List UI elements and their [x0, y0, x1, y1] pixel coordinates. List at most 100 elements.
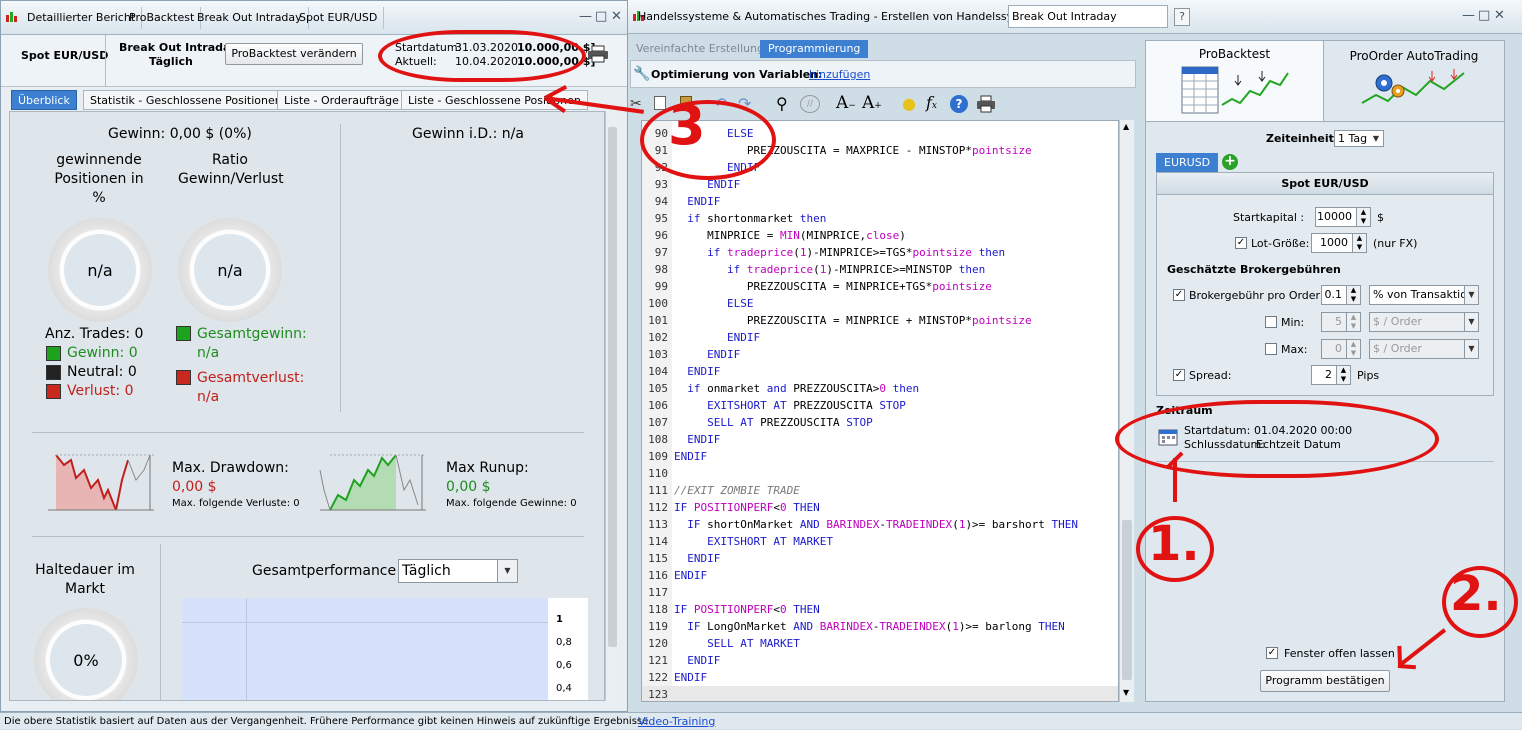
max-fee-unit-select[interactable]: $ / Order ▼ — [1369, 339, 1479, 359]
video-training-link[interactable]: Video-Training — [638, 714, 715, 730]
close-icon[interactable]: ✕ — [611, 9, 622, 24]
code-line[interactable]: 105 if onmarket and PREZZOUSCITA>0 then — [642, 380, 1118, 397]
stepper-icon[interactable]: ▲ ▼ — [1356, 208, 1370, 226]
close-icon[interactable]: ✕ — [1494, 8, 1505, 23]
tab-probacktest-settings[interactable]: ProBacktest — [1146, 41, 1324, 121]
lightbulb-icon[interactable]: ● — [902, 94, 916, 113]
code-line[interactable]: 119 IF LongOnMarket AND BARINDEX-TRADEIN… — [642, 618, 1118, 635]
code-line[interactable]: 108 ENDIF — [642, 431, 1118, 448]
performance-period-select[interactable]: Täglich ▼ — [398, 559, 518, 583]
stepper-icon[interactable]: ▲ ▼ — [1352, 234, 1366, 252]
font-increase-icon[interactable]: A+ — [862, 93, 882, 113]
tab-proorder-autotrading[interactable]: ProOrder AutoTrading — [1324, 41, 1504, 121]
timeframe-select[interactable]: 1 Tag ▼ — [1334, 130, 1384, 147]
code-token: )-MINPRICE>=MINSTOP — [826, 263, 959, 276]
spread-input[interactable]: 2 ▲ ▼ — [1311, 365, 1351, 385]
stepper-icon[interactable]: ▲ ▼ — [1346, 340, 1360, 358]
confirm-program-button[interactable]: Programm bestätigen — [1260, 670, 1390, 692]
code-line[interactable]: 94 ENDIF — [642, 193, 1118, 210]
min-fee-input[interactable]: 5 ▲ ▼ — [1321, 312, 1361, 332]
comment-icon[interactable]: // — [800, 95, 820, 113]
copy-icon[interactable] — [654, 96, 666, 110]
help-icon[interactable]: ? — [1174, 8, 1190, 26]
system-name-input[interactable]: Break Out Intraday — [1008, 5, 1168, 28]
code-line[interactable]: 100 ELSE — [642, 295, 1118, 312]
subtab-closed-stats[interactable]: Statistik - Geschlossene Positionen — [83, 90, 289, 110]
code-line[interactable]: 122 ENDIF — [642, 669, 1118, 686]
spread-label: Spread: — [1189, 369, 1232, 382]
broker-fee-checkbox[interactable]: ✓ — [1173, 289, 1185, 301]
minimize-icon[interactable]: — — [579, 9, 592, 24]
spread-checkbox[interactable]: ✓ — [1173, 369, 1185, 381]
code-line[interactable]: 97 if tradeprice(1)-MINPRICE>=TGS*points… — [642, 244, 1118, 261]
start-capital-input[interactable]: 10000 ▲ ▼ — [1315, 207, 1371, 227]
search-icon[interactable]: ⚲ — [776, 94, 788, 113]
code-line[interactable]: 117 — [642, 584, 1118, 601]
code-scrollbar[interactable]: ▲ ▼ — [1119, 120, 1134, 702]
broker-fee-type-select[interactable]: % von Transaktion ▼ — [1369, 285, 1479, 305]
code-line[interactable]: 110 — [642, 465, 1118, 482]
help-circle-icon[interactable]: ? — [950, 95, 968, 113]
lot-size-checkbox[interactable]: ✓ — [1235, 237, 1247, 249]
max-fee-checkbox[interactable] — [1265, 343, 1277, 355]
code-line[interactable]: 99 PREZZOUSCITA = MINPRICE+TGS*pointsize — [642, 278, 1118, 295]
code-line[interactable]: 104 ENDIF — [642, 363, 1118, 380]
broker-fee-input[interactable]: 0.1 ▲ ▼ — [1321, 285, 1361, 305]
stepper-icon[interactable]: ▲ ▼ — [1336, 366, 1350, 384]
tab-programming[interactable]: Programmierung — [760, 40, 869, 58]
stepper-icon[interactable]: ▲ ▼ — [1346, 313, 1360, 331]
code-line[interactable]: 96 MINPRICE = MIN(MINPRICE,close) — [642, 227, 1118, 244]
lot-size-input[interactable]: 1000 ▲ ▼ — [1311, 233, 1367, 253]
code-line[interactable]: 101 PREZZOUSCITA = MINPRICE + MINSTOP*po… — [642, 312, 1118, 329]
line-number: 122 — [648, 671, 668, 684]
code-token: (MINPRICE, — [799, 229, 867, 242]
maximize-icon[interactable]: □ — [1478, 8, 1490, 23]
tab-probacktest[interactable]: ProBacktest — [123, 7, 202, 29]
code-line[interactable]: 113 IF shortOnMarket AND BARINDEX-TRADEI… — [642, 516, 1118, 533]
code-line[interactable]: 115 ENDIF — [642, 550, 1118, 567]
code-line[interactable]: 120 SELL AT MARKET — [642, 635, 1118, 652]
modify-backtest-button[interactable]: ProBacktest verändern — [225, 43, 363, 65]
keep-window-open-checkbox[interactable]: ✓ — [1266, 647, 1278, 659]
code-line[interactable]: 123 — [642, 686, 1118, 701]
code-line[interactable]: 109 ENDIF — [642, 448, 1118, 465]
code-line[interactable]: 116 ENDIF — [642, 567, 1118, 584]
max-runup-label: Max Runup: — [446, 460, 529, 476]
code-line[interactable]: 114 EXITSHORT AT MARKET — [642, 533, 1118, 550]
min-fee-unit-select[interactable]: $ / Order ▼ — [1369, 312, 1479, 332]
tab-simple-creation[interactable]: Vereinfachte Erstellung — [636, 42, 764, 55]
line-number: 117 — [648, 586, 668, 599]
subtab-overview[interactable]: Überblick — [11, 90, 77, 110]
printer-icon[interactable] — [587, 45, 609, 66]
tab-spot-eurusd[interactable]: Spot EUR/USD — [293, 7, 385, 29]
code-line[interactable]: 112 IF POSITIONPERF<0 THEN — [642, 499, 1118, 516]
code-line[interactable]: 103 ENDIF — [642, 346, 1118, 363]
code-token: ) — [899, 229, 906, 242]
code-line[interactable]: 121 ENDIF — [642, 652, 1118, 669]
code-line[interactable]: 98 if tradeprice(1)-MINPRICE>=MINSTOP th… — [642, 261, 1118, 278]
instrument-tab[interactable]: EURUSD — [1156, 153, 1219, 172]
function-icon[interactable]: fx — [926, 93, 937, 112]
max-fee-input[interactable]: 0 ▲ ▼ — [1321, 339, 1361, 359]
min-fee-checkbox[interactable] — [1265, 316, 1277, 328]
ratio-label-1: Ratio — [212, 152, 248, 168]
code-line[interactable]: 111 //EXIT ZOMBIE TRADE — [642, 482, 1118, 499]
code-line[interactable]: 107 SELL AT PREZZOUSCITA STOP — [642, 414, 1118, 431]
stepper-icon[interactable]: ▲ ▼ — [1346, 286, 1360, 304]
report-scrollbar[interactable] — [605, 111, 619, 701]
tab-break-out-intraday[interactable]: Break Out Intraday — [191, 7, 309, 29]
code-line[interactable]: 106 EXITSHORT AT PREZZOUSCITA STOP — [642, 397, 1118, 414]
code-token: ENDIF — [674, 450, 708, 463]
code-line[interactable]: 95 if shortonmarket then — [642, 210, 1118, 227]
code-editor[interactable]: 90 ELSE 91 PREZZOUSCITA = MAXPRICE - MINS… — [641, 120, 1119, 702]
subtab-order-list[interactable]: Liste - Orderaufträge — [277, 90, 406, 110]
code-line[interactable]: 102 ENDIF — [642, 329, 1118, 346]
add-instrument-icon[interactable]: + — [1222, 154, 1238, 170]
optimization-add-link[interactable]: hinzufügen — [809, 68, 870, 81]
minimize-icon[interactable]: — — [1462, 8, 1475, 23]
font-decrease-icon[interactable]: A− — [836, 93, 856, 113]
printer-icon[interactable] — [976, 95, 996, 116]
maximize-icon[interactable]: □ — [595, 9, 607, 24]
code-line[interactable]: 118 IF POSITIONPERF<0 THEN — [642, 601, 1118, 618]
code-token: PREZZOUSCITA — [786, 399, 880, 412]
